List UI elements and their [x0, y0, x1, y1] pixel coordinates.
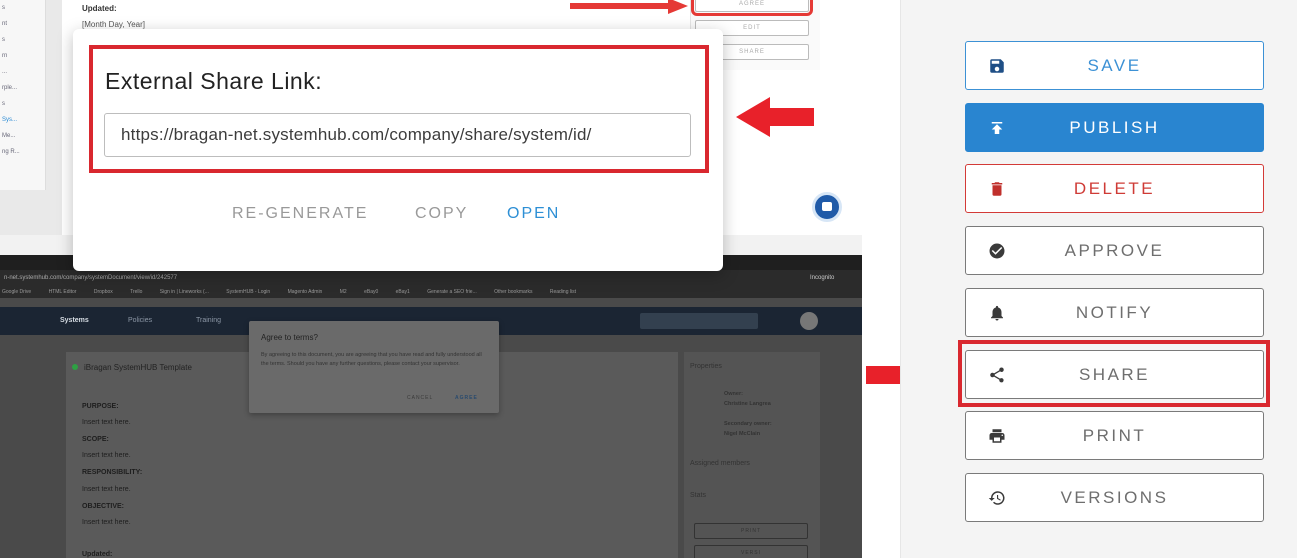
publish-label: PUBLISH — [1069, 118, 1160, 137]
notify-button[interactable]: NOTIFY — [965, 288, 1264, 337]
delete-button[interactable]: DELETE — [965, 164, 1264, 213]
agree-terms-dialog: Agree to terms? By agreeing to this docu… — [249, 321, 499, 413]
browser-url-text: n-net.systemhub.com/company/systemDocume… — [4, 275, 178, 281]
assigned-members: Assigned members — [690, 460, 750, 467]
save-button[interactable]: SAVE — [965, 41, 1264, 90]
open-button[interactable]: OPEN — [507, 205, 560, 223]
bell-icon — [991, 305, 1003, 321]
status-dot — [72, 364, 78, 370]
terms-agree: AGREE — [455, 395, 478, 401]
secondary-owner-label: Secondary owner: — [724, 421, 772, 427]
bookmark-item: eBay1 — [395, 289, 410, 295]
bookmark-item: Sign in | Lineworks (... — [159, 289, 209, 295]
bookmark-item: M2 — [339, 289, 347, 295]
stats-label: Stats — [690, 492, 706, 499]
red-arrow-annotation — [570, 0, 688, 14]
nav-policies: Policies — [128, 317, 153, 324]
mini-sidebar-item: ng R... — [2, 149, 20, 155]
modal-title: External Share Link: — [105, 68, 323, 94]
nav-training: Training — [196, 317, 222, 324]
doc-line: SCOPE: — [82, 436, 109, 443]
print-label: PRINT — [1082, 426, 1147, 445]
bookmarks-bar: Google Drive HTML Editor Dropbox Trello … — [0, 286, 862, 298]
bookmark-item: Magento Admin — [287, 289, 323, 295]
doc-line: RESPONSIBILITY: — [82, 469, 143, 476]
doc-line: OBJECTIVE: — [82, 503, 125, 510]
nav-systems: Systems — [60, 317, 89, 324]
copy-button[interactable]: COPY — [415, 205, 468, 223]
avatar — [800, 312, 818, 330]
share-link-modal: External Share Link: RE-GENERATE COPY OP… — [73, 29, 723, 271]
background-doc-title: iBragan SystemHUB Template — [84, 363, 192, 372]
history-icon — [988, 491, 1005, 505]
mini-sidebar-item: s — [2, 37, 5, 43]
publish-button[interactable]: PUBLISH — [965, 103, 1264, 152]
owner-label: Owner: — [724, 391, 743, 397]
publish-icon — [991, 122, 1003, 134]
doc-line: Updated: — [82, 551, 113, 558]
versions-button[interactable]: VERSIONS — [965, 473, 1264, 522]
bookmark-item: eBay0 — [364, 289, 379, 295]
mini-sidebar-item: Sys... — [2, 117, 18, 123]
mini-sidebar-item: nt — [2, 21, 8, 27]
regenerate-button[interactable]: RE-GENERATE — [232, 205, 368, 223]
incognito-label: Incognito — [810, 275, 835, 281]
red-arrow-annotation — [736, 97, 814, 137]
background-search-box — [640, 313, 758, 329]
doc-line: Insert text here. — [82, 419, 131, 426]
check-circle-icon — [989, 243, 1005, 259]
terms-title: Agree to terms? — [261, 333, 318, 342]
chat-bubble-icon — [812, 192, 842, 222]
bookmark-item: HTML Editor — [48, 289, 77, 295]
mini-sidebar-item: rn — [2, 53, 8, 59]
mini-sidebar-item: rple... — [2, 85, 18, 91]
updated-date: [Month Day, Year] — [82, 20, 145, 29]
mini-sidebar-item: s — [2, 5, 5, 11]
mini-agree-button: AGREE — [691, 0, 813, 16]
doc-line: Insert text here. — [82, 486, 131, 493]
updated-label: Updated: — [82, 4, 117, 13]
action-sidebar: SAVE PUBLISH DELETE APPROVE NOTIFY SHARE… — [900, 0, 1297, 558]
mini-sidebar-item: s — [2, 101, 5, 107]
doc-line: PURPOSE: — [82, 403, 119, 410]
owner-name: Christine Langrea — [724, 401, 771, 407]
bookmark-item: Generate a SEO frie... — [427, 289, 477, 295]
doc-line: Insert text here. — [82, 452, 131, 459]
versions-label: VERSIONS — [1060, 488, 1169, 507]
save-icon — [990, 59, 1004, 73]
background-mini-sidebar: s nt s rn ... rple... s Sys... Me... ng … — [0, 0, 46, 190]
properties-title: Properties — [690, 363, 722, 370]
mini-print-button: PRINT — [694, 523, 808, 539]
secondary-owner-name: Nigel McClain — [724, 431, 761, 437]
mini-sidebar-item: Me... — [2, 133, 16, 139]
trash-icon — [991, 182, 1003, 196]
bookmark-item: Dropbox — [93, 289, 113, 295]
print-button[interactable]: PRINT — [965, 411, 1264, 460]
annotation-highlight-box — [958, 340, 1270, 407]
terms-cancel: CANCEL — [407, 395, 434, 401]
doc-line: Insert text here. — [82, 519, 131, 526]
bookmark-item: Trello — [130, 289, 143, 295]
terms-body: By agreeing to this document, you are ag… — [261, 352, 482, 367]
approve-button[interactable]: APPROVE — [965, 226, 1264, 275]
mini-sidebar-item: ... — [2, 69, 8, 75]
bookmark-item: Google Drive — [2, 289, 32, 295]
approve-label: APPROVE — [1064, 241, 1165, 260]
delete-label: DELETE — [1073, 179, 1156, 198]
bookmark-item: Reading list — [549, 289, 576, 295]
browser-url-bar: n-net.systemhub.com/company/systemDocume… — [0, 270, 862, 286]
background-browser-screenshot: n-net.systemhub.com/company/systemDocume… — [0, 255, 862, 558]
notify-label: NOTIFY — [1075, 303, 1154, 322]
save-label: SAVE — [1087, 56, 1142, 75]
mini-versions-button: VERSI — [694, 545, 808, 558]
bookmark-item: Other bookmarks — [494, 289, 533, 295]
print-icon — [989, 429, 1005, 443]
share-url-input[interactable] — [104, 113, 691, 157]
bookmark-item: SystemHUB - Login — [226, 289, 271, 295]
